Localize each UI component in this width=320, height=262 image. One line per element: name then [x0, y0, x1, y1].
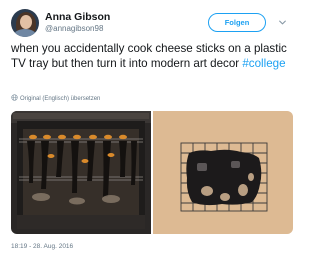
chevron-down-icon[interactable]	[279, 19, 286, 26]
translate-link[interactable]: Original (Englisch) übersetzen	[11, 94, 100, 104]
user-names[interactable]: Anna Gibson @annagibson98	[45, 11, 110, 34]
tweet-header: Anna Gibson @annagibson98 Folgen	[11, 8, 293, 38]
tweet-text: when you accidentally cook cheese sticks…	[11, 42, 293, 71]
avatar[interactable]	[11, 9, 39, 37]
follow-button[interactable]: Folgen	[208, 13, 266, 32]
user-handle[interactable]: @annagibson98	[45, 23, 110, 34]
oven-photo[interactable]	[11, 111, 151, 234]
tray-photo[interactable]	[153, 111, 293, 234]
tweet-card: Anna Gibson @annagibson98 Folgen when yo…	[0, 0, 300, 262]
globe-icon	[11, 94, 18, 101]
hashtag-link[interactable]: #college	[242, 57, 285, 70]
display-name[interactable]: Anna Gibson	[45, 11, 110, 23]
timestamp[interactable]: 18:19 - 28. Aug. 2016	[11, 243, 73, 250]
translate-label[interactable]: Original (Englisch) übersetzen	[20, 96, 100, 102]
media-grid	[11, 111, 293, 234]
